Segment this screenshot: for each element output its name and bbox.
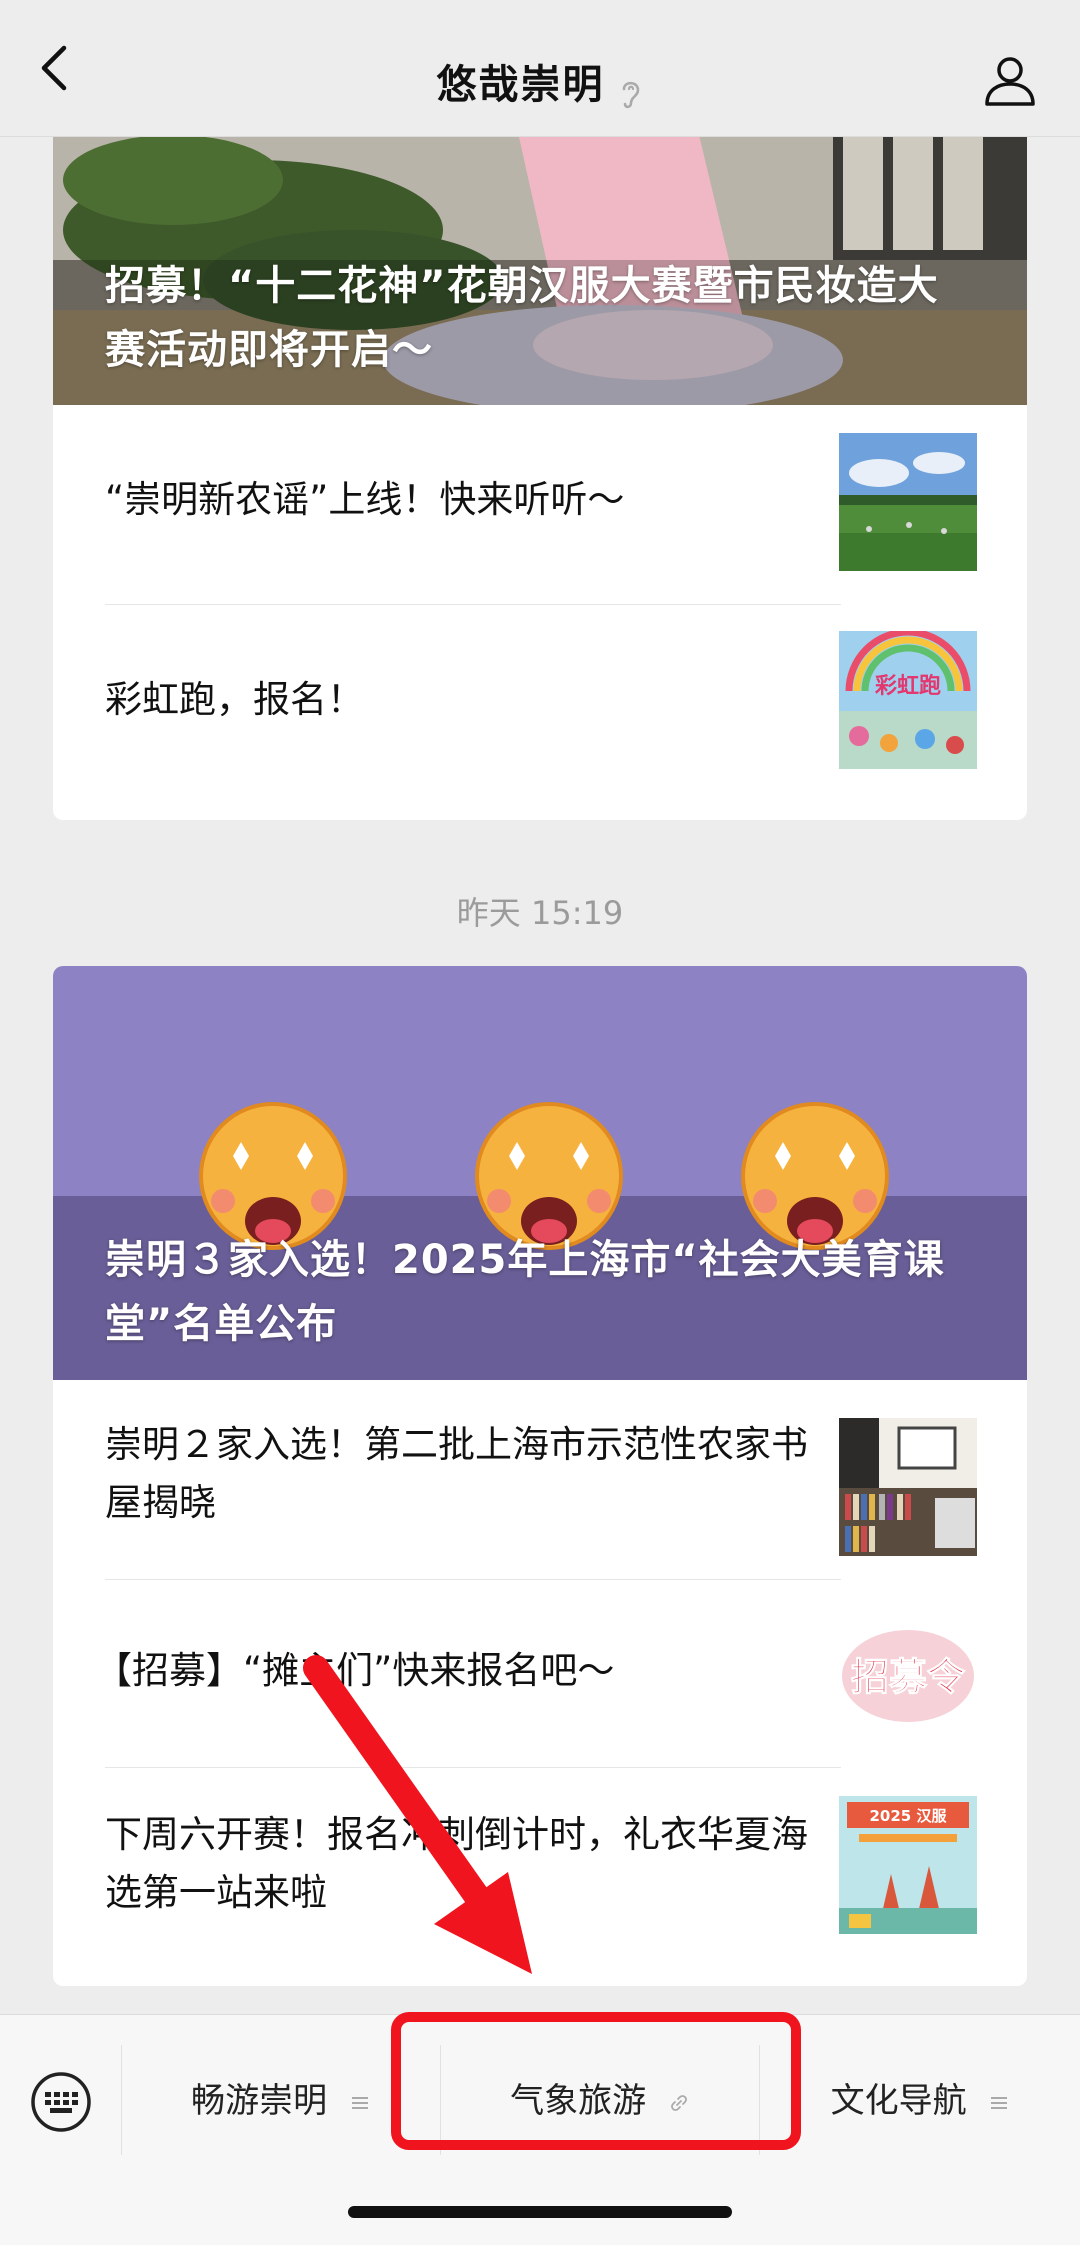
hero-title: 崇明３家入选！2025年上海市“社会大美育课堂”名单公布: [105, 1237, 945, 1347]
list-item[interactable]: 下周六开赛！报名冲刺倒计时，礼衣华夏海选第一站来啦 2025 汉服: [53, 1768, 1027, 1968]
article-title: “崇明新农谣”上线！快来听听～: [105, 478, 625, 521]
list-item[interactable]: “崇明新农谣”上线！快来听听～: [53, 405, 1027, 595]
article-title: 崇明２家入选！第二批上海市示范性农家书屋揭晓: [105, 1423, 808, 1524]
thumbnail-image: [839, 1418, 977, 1556]
page-title: 悠哉崇明: [436, 62, 605, 108]
thumbnail-image: 彩虹跑: [839, 631, 977, 769]
menu-item-culture-nav[interactable]: 文化导航: [760, 2065, 1080, 2137]
thumb-label: 招募令: [851, 1655, 966, 1699]
menu-label: 畅游崇明: [191, 2081, 328, 2121]
profile-icon[interactable]: [982, 52, 1038, 108]
list-item[interactable]: 【招募】“摊主们”快来报名吧～ 招募令: [53, 1580, 1027, 1768]
list-menu-icon: [991, 2096, 1008, 2109]
article-title: 彩虹跑，报名！: [105, 678, 364, 721]
list-item[interactable]: 崇明２家入选！第二批上海市示范性农家书屋揭晓: [53, 1380, 1027, 1570]
nav-bar: 悠哉崇明: [0, 0, 1080, 137]
article-title: 【招募】“摊主们”快来报名吧～: [95, 1649, 615, 1692]
article-title: 下周六开赛！报名冲刺倒计时，礼衣华夏海选第一站来啦: [105, 1813, 808, 1914]
home-indicator: [348, 2206, 732, 2218]
keyboard-icon[interactable]: [30, 2071, 92, 2133]
message-timestamp: 昨天 15:19: [456, 894, 624, 932]
hero-article[interactable]: 崇明３家入选！2025年上海市“社会大美育课堂”名单公布: [53, 966, 1027, 1380]
article-card: 招募！“十二花神”花朝汉服大赛暨市民妆造大赛活动即将开启～ “崇明新农谣”上线！…: [53, 110, 1027, 820]
smiley-face: [475, 1102, 623, 1250]
thumbnail-image: [839, 433, 977, 571]
smiley-face: [741, 1102, 889, 1250]
thumb-label: 2025 汉服: [870, 1807, 948, 1825]
hero-title: 招募！“十二花神”花朝汉服大赛暨市民妆造大赛活动即将开启～: [105, 263, 939, 373]
highlight-box: [391, 2012, 801, 2150]
smiley-face: [199, 1102, 347, 1250]
hero-article[interactable]: 招募！“十二花神”花朝汉服大赛暨市民妆造大赛活动即将开启～: [53, 110, 1027, 405]
thumb-label: 彩虹跑: [874, 674, 941, 699]
list-menu-icon: [351, 2096, 368, 2109]
menu-label: 文化导航: [830, 2081, 967, 2121]
thumbnail-image: 招募令: [839, 1606, 977, 1744]
article-card: 崇明３家入选！2025年上海市“社会大美育课堂”名单公布 崇明２家入选！第二批上…: [53, 966, 1027, 1986]
ear-icon: [622, 81, 639, 108]
list-item[interactable]: 彩虹跑，报名！ 彩虹跑: [53, 605, 1027, 795]
thumbnail-image: 2025 汉服: [839, 1796, 977, 1934]
